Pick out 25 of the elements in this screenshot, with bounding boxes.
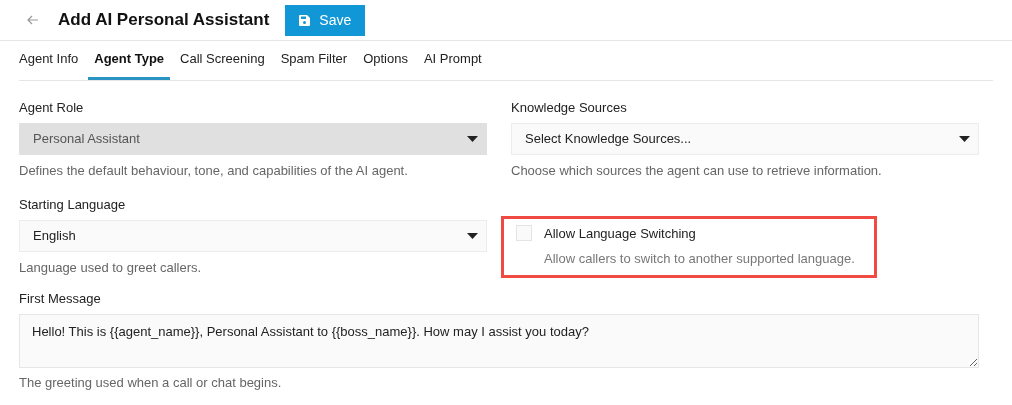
help-text: Language used to greet callers.: [19, 258, 203, 277]
message-field[interactable]: Hello! This is {{agent_name}}, Personal Assistant to {{boss_name}}. How may I assist you today?: [19, 313, 979, 368]
tab[interactable]: Agent Type: [88, 41, 171, 80]
field-label: Agent Role: [19, 99, 85, 117]
field-label: Knowledge Sources: [511, 99, 628, 117]
help-text: Choose which sources the agent can use to retrieve information.: [511, 161, 883, 180]
field-label: First Message: [19, 290, 102, 308]
tab[interactable]: Agent Info: [19, 41, 85, 80]
back-arrow-icon[interactable]: [27, 15, 39, 25]
dropdown-field[interactable]: English: [19, 219, 487, 252]
help-text: Defines the default behaviour, tone, and capabilities of the AI agent.: [19, 161, 409, 180]
checkbox-label: Allow Language Switching: [544, 225, 697, 243]
tab[interactable]: AI Prompt: [417, 41, 488, 80]
checkbox[interactable]: [516, 225, 532, 241]
caret-icon: [467, 232, 478, 239]
caret-icon: [467, 135, 478, 142]
help-text: The greeting used when a call or chat begins.: [19, 373, 283, 392]
tab[interactable]: Options: [357, 41, 414, 80]
caret-icon: [959, 135, 970, 142]
help-text: Allow callers to switch to another supported language.: [544, 249, 855, 268]
field-label: Starting Language: [19, 196, 127, 214]
tab[interactable]: Spam Filter: [274, 41, 354, 80]
tab[interactable]: Call Screening: [174, 41, 271, 80]
page-title: Add AI Personal Assistant: [58, 9, 270, 32]
dropdown-field[interactable]: Select Knowledge Sources...: [511, 122, 979, 155]
